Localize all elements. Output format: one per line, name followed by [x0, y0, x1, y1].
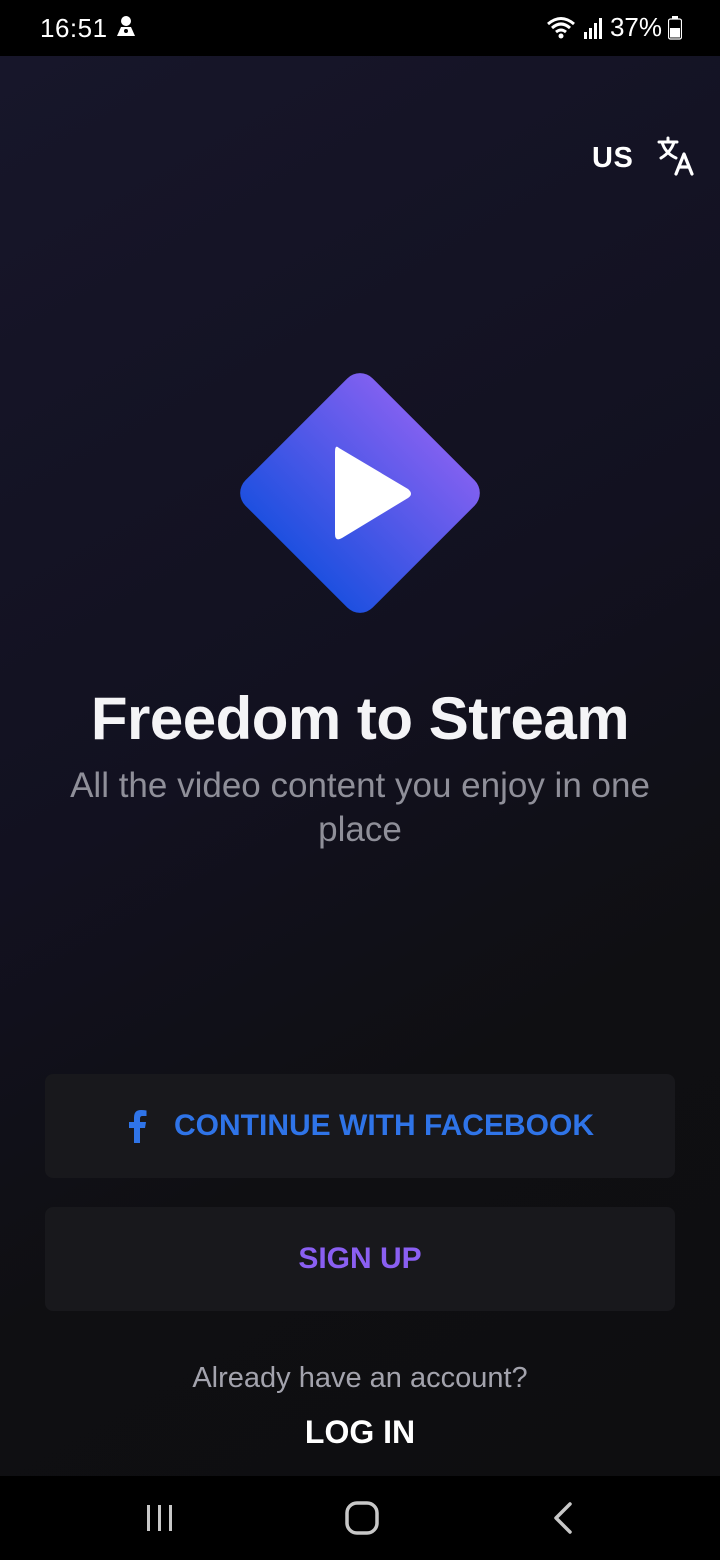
page-subtitle: All the video content you enjoy in one p…	[70, 766, 650, 849]
page-title: Freedom to Stream	[90, 685, 630, 752]
continue-with-facebook-button[interactable]: CONTINUE WITH FACEBOOK	[45, 1074, 675, 1178]
sign-up-button-label: SIGN UP	[298, 1242, 422, 1275]
sign-up-button[interactable]: SIGN UP	[45, 1207, 675, 1311]
battery-icon	[668, 15, 682, 40]
status-bar: 16:51 37%	[0, 0, 720, 56]
log-in-button[interactable]: LOG IN	[0, 1414, 720, 1451]
facebook-button-label: CONTINUE WITH FACEBOOK	[174, 1109, 594, 1142]
welcome-screen: US Freedom to Stream All the video conte…	[0, 56, 720, 1476]
signal-icon	[583, 17, 602, 39]
status-time: 16:51	[40, 13, 108, 43]
battery-percent: 37%	[609, 12, 662, 42]
back-icon[interactable]	[550, 1500, 576, 1536]
wifi-icon	[546, 16, 575, 38]
home-icon[interactable]	[344, 1500, 380, 1536]
login-prompt: Already have an account?	[192, 1362, 528, 1394]
translate-icon[interactable]	[656, 136, 696, 176]
recents-icon[interactable]	[144, 1502, 176, 1534]
system-nav-bar	[0, 1476, 720, 1560]
notification-icon	[117, 16, 135, 36]
region-selector[interactable]: US	[592, 142, 633, 175]
play-diamond-logo	[240, 373, 480, 613]
facebook-icon	[129, 1110, 147, 1143]
status-icons: 37%	[546, 12, 682, 43]
